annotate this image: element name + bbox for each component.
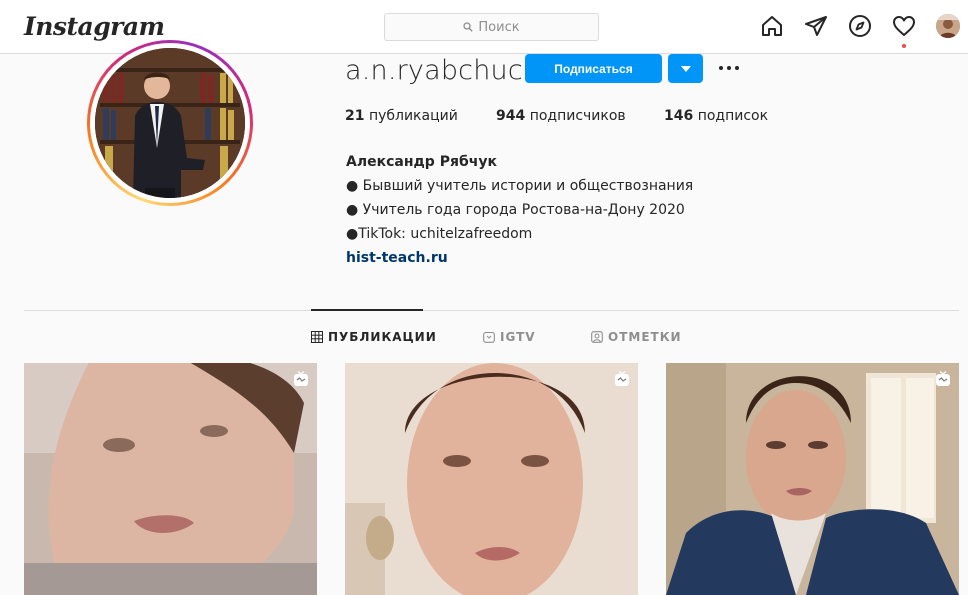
posts-count-stat: 21 публикаций xyxy=(345,108,458,124)
tab-igtv[interactable]: IGTV xyxy=(483,330,536,344)
grid-icon xyxy=(311,331,323,343)
post-thumbnail[interactable] xyxy=(666,363,959,595)
profile-avatar[interactable] xyxy=(936,14,960,38)
igtv-badge-icon xyxy=(294,371,308,386)
tagged-icon xyxy=(591,331,603,343)
explore-icon[interactable] xyxy=(848,14,872,38)
profile-website-link[interactable]: hist-teach.ru xyxy=(346,246,693,270)
igtv-badge-icon xyxy=(615,371,629,386)
profile-username: a.n.ryabchuck xyxy=(345,55,539,86)
follow-button[interactable]: Подписаться xyxy=(525,54,662,83)
bio-line: ●TikTok: uchitelzafreedom xyxy=(346,226,533,242)
active-tab-indicator xyxy=(311,309,423,311)
profile-full-name: Александр Рябчук xyxy=(346,154,497,170)
instagram-logo[interactable]: Instagram xyxy=(24,12,165,41)
more-options-button[interactable] xyxy=(714,56,744,80)
profile-bio: Александр Рябчук ● Бывший учитель истори… xyxy=(346,150,693,270)
direct-icon[interactable] xyxy=(804,14,828,38)
search-placeholder: Поиск xyxy=(478,19,520,35)
profile-picture[interactable] xyxy=(87,40,253,206)
post-image xyxy=(345,363,638,595)
tab-publications[interactable]: ПУБЛИКАЦИИ xyxy=(311,330,437,344)
following-count-stat[interactable]: 146 подписок xyxy=(664,108,768,124)
post-image xyxy=(666,363,959,595)
more-dots-icon xyxy=(719,66,723,70)
bio-line: ● Бывший учитель истории и обществознани… xyxy=(346,178,694,194)
igtv-badge-icon xyxy=(936,371,950,386)
search-input[interactable]: Поиск xyxy=(384,13,599,41)
bio-line: ● Учитель года города Ростова-на-Дону 20… xyxy=(346,202,685,218)
tabs-divider xyxy=(24,310,959,311)
followers-count-stat[interactable]: 944 подписчиков xyxy=(496,108,626,124)
activity-heart-icon[interactable] xyxy=(892,14,916,38)
search-icon xyxy=(463,22,474,32)
suggested-accounts-dropdown-button[interactable] xyxy=(668,54,703,83)
tab-tagged[interactable]: ОТМЕТКИ xyxy=(591,330,682,344)
post-image xyxy=(24,363,317,595)
home-icon[interactable] xyxy=(760,14,784,38)
notification-dot xyxy=(902,44,906,48)
igtv-icon xyxy=(483,331,495,343)
post-thumbnail[interactable] xyxy=(24,363,317,595)
profile-photo xyxy=(95,48,245,198)
post-thumbnail[interactable] xyxy=(345,363,638,595)
chevron-down-icon xyxy=(680,65,691,72)
